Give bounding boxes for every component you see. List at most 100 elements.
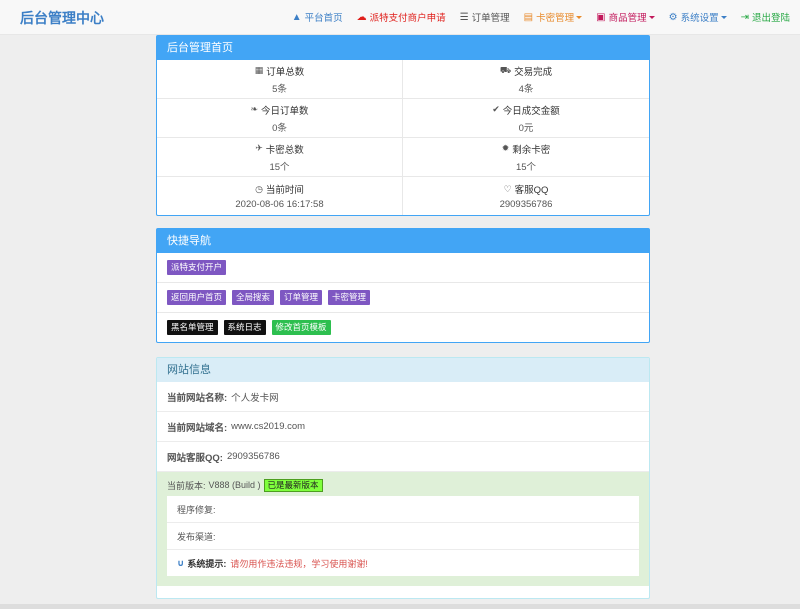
tip-text: 请勿用作违法违规，学习使用谢谢! [230,558,368,569]
tip-label: 系统提示: [187,558,227,569]
version-details: 程序修复: 发布渠道: ∪ 系统提示: 请勿用作违法违规，学习使用谢谢! [167,496,639,576]
quicknav-button[interactable]: 卡密管理 [328,290,371,305]
gear-icon: ⚙ [668,11,678,23]
heart-icon: ♡ [503,183,512,194]
stat-value: 15个 [515,161,537,173]
stat-cell: ♡ 客服QQ 2909356786 [403,176,649,215]
stat-label: 当前时间 [265,185,304,196]
nav-item-6[interactable]: ⇥ 退出登陆 [740,10,790,25]
stat-value: 2909356786 [499,199,553,210]
stat-value: 15个 [269,161,290,173]
top-navbar: 后台管理中心 ▲ 平台首页 ☁ 派特支付商户申请 ☰ 订单管理 ▤ 卡密管理 ▣ 商品管理 ⚙ 系统设… [0,0,800,35]
tip-row: ∪ 系统提示: 请勿用作违法违规，学习使用谢谢! [167,549,639,576]
quicknav-panel-title: 快捷导航 [157,229,649,253]
card-icon: ▤ [523,11,534,23]
stat-cell: ▦ 订单总数 5条 [157,60,403,98]
user-icon: ▲ [291,11,302,23]
stat-label-wrap: ✔ 今日成交金额 [492,103,560,117]
caret-down-icon [648,15,655,19]
latest-version-badge: 已是最新版本 [263,478,323,492]
stat-label-wrap: ◷ 当前时间 [255,182,304,197]
siteinfo-value: 2909356786 [226,451,280,462]
cart-icon: ⛟ [499,64,512,75]
stat-label: 客服QQ [514,185,549,196]
version-line: 当前版本: V888 (Build ) 已是最新版本 [167,478,639,492]
nav-item-3[interactable]: ▤ 卡密管理 [523,10,583,24]
repair-label: 程序修复: [177,504,216,515]
siteinfo-row: 网站客服QQ: 2909356786 [157,441,649,471]
stat-label: 今日成交金额 [502,105,560,117]
stat-label: 卡密总数 [265,144,304,156]
magnet-icon: ∪ [177,557,185,568]
dashboard-panel-title: 后台管理首页 [157,36,649,60]
quicknav-button[interactable]: 返回用户首页 [167,290,227,305]
plane-icon: ✈ [255,143,263,153]
caret-down-icon [720,15,727,19]
nav-item-5[interactable]: ⚙ 系统设置 [669,10,727,24]
siteinfo-panel-title: 网站信息 [157,358,649,382]
panel-footer-space [157,586,649,598]
clock-icon: ◷ [255,183,263,194]
dashboard-panel: 后台管理首页 ▦ 订单总数 5条 ⛟ 交易完成 4条 ❧ 今日订单数 0条 ✔ 今日成交金额 0元 ✈ 卡… [156,35,650,216]
quicknav-button[interactable]: 修改首页模板 [271,320,331,335]
nav-menu: ▲ 平台首页 ☁ 派特支付商户申请 ☰ 订单管理 ▤ 卡密管理 ▣ 商品管理 ⚙ 系统设置 ⇥ 退出登陆 [278,0,790,34]
stat-label-wrap: ▦ 订单总数 [255,64,305,78]
quicknav-rows: 派特支付开户 返回用户首页 全局搜索 订单管理 卡密管理 黑名单管理 系统日志 修改首页模板 [157,253,649,342]
quicknav-button[interactable]: 订单管理 [280,290,323,305]
siteinfo-key: 当前网站域名: [167,422,228,434]
nav-item-1[interactable]: ☁ 派特支付商户申请 [356,10,446,25]
caret-down-icon [576,15,583,19]
stat-cell: ✹ 剩余卡密 15个 [403,137,649,176]
nav-item-label: 系统设置 [680,13,719,24]
nav-item-label: 退出登陆 [751,13,790,24]
cloud-icon: ☁ [356,11,367,23]
stat-label-wrap: ❧ 今日订单数 [250,103,308,117]
stat-value: 0条 [272,122,287,134]
stat-value: 5条 [272,83,287,95]
stat-label-wrap: ♡ 客服QQ [503,182,549,197]
siteinfo-value: www.cs2019.com [231,421,306,432]
version-value: V888 (Build ) [208,480,261,490]
quicknav-panel: 快捷导航 派特支付开户 返回用户首页 全局搜索 订单管理 卡密管理 黑名单管理 系统日志 修改… [156,228,650,343]
page-bottom-border [0,604,800,609]
stat-value: 2020-08-06 16:17:58 [235,199,324,210]
stat-label: 交易完成 [514,66,553,78]
stat-label: 今日订单数 [261,105,309,117]
quicknav-button[interactable]: 派特支付开户 [167,260,227,275]
nav-item-label: 商品管理 [608,13,647,24]
quicknav-row: 黑名单管理 系统日志 修改首页模板 [157,312,649,342]
nav-item-0[interactable]: ▲ 平台首页 [291,10,343,25]
nav-item-label: 派特支付商户申请 [369,13,446,24]
nav-item-2[interactable]: ☰ 订单管理 [459,10,510,25]
nav-item-label: 卡密管理 [536,13,575,24]
stat-cell: ✈ 卡密总数 15个 [157,137,403,176]
nav-item-4[interactable]: ▣ 商品管理 [596,10,655,24]
stat-value: 4条 [518,83,534,95]
grid-icon: ▦ [254,65,264,75]
brand-title[interactable]: 后台管理中心 [20,8,104,28]
stat-cell: ✔ 今日成交金额 0元 [403,98,649,137]
siteinfo-panel: 网站信息 当前网站名称: 个人发卡网 当前网站域名: www.cs2019.com 网站… [156,357,650,599]
stat-cell: ⛟ 交易完成 4条 [403,60,649,98]
siteinfo-row: 当前网站域名: www.cs2019.com [157,411,649,441]
stat-label-wrap: ✹ 剩余卡密 [502,142,551,156]
channel-row: 发布渠道: [167,522,639,549]
quicknav-row: 返回用户首页 全局搜索 订单管理 卡密管理 [157,282,649,312]
channel-label: 发布渠道: [177,531,216,542]
goods-icon: ▣ [596,11,606,23]
version-label: 当前版本: [167,480,206,491]
siteinfo-row: 当前网站名称: 个人发卡网 [157,382,649,411]
stat-value: 0元 [518,122,534,134]
quicknav-button[interactable]: 全局搜索 [232,290,275,305]
quicknav-button[interactable]: 系统日志 [223,320,266,335]
asterisk-icon: ✹ [501,143,510,153]
stat-cell: ◷ 当前时间 2020-08-06 16:17:58 [157,176,403,215]
siteinfo-key: 网站客服QQ: [167,452,223,464]
siteinfo-value: 个人发卡网 [231,392,279,404]
stat-label-wrap: ⛟ 交易完成 [500,64,552,78]
list-icon: ☰ [459,11,469,23]
logout-icon: ⇥ [740,11,749,23]
nav-item-label: 订单管理 [471,13,510,24]
stats-grid: ▦ 订单总数 5条 ⛟ 交易完成 4条 ❧ 今日订单数 0条 ✔ 今日成交金额 0元 ✈ 卡密总数 15个 ✹… [157,60,649,215]
quicknav-button[interactable]: 黑名单管理 [167,320,218,335]
